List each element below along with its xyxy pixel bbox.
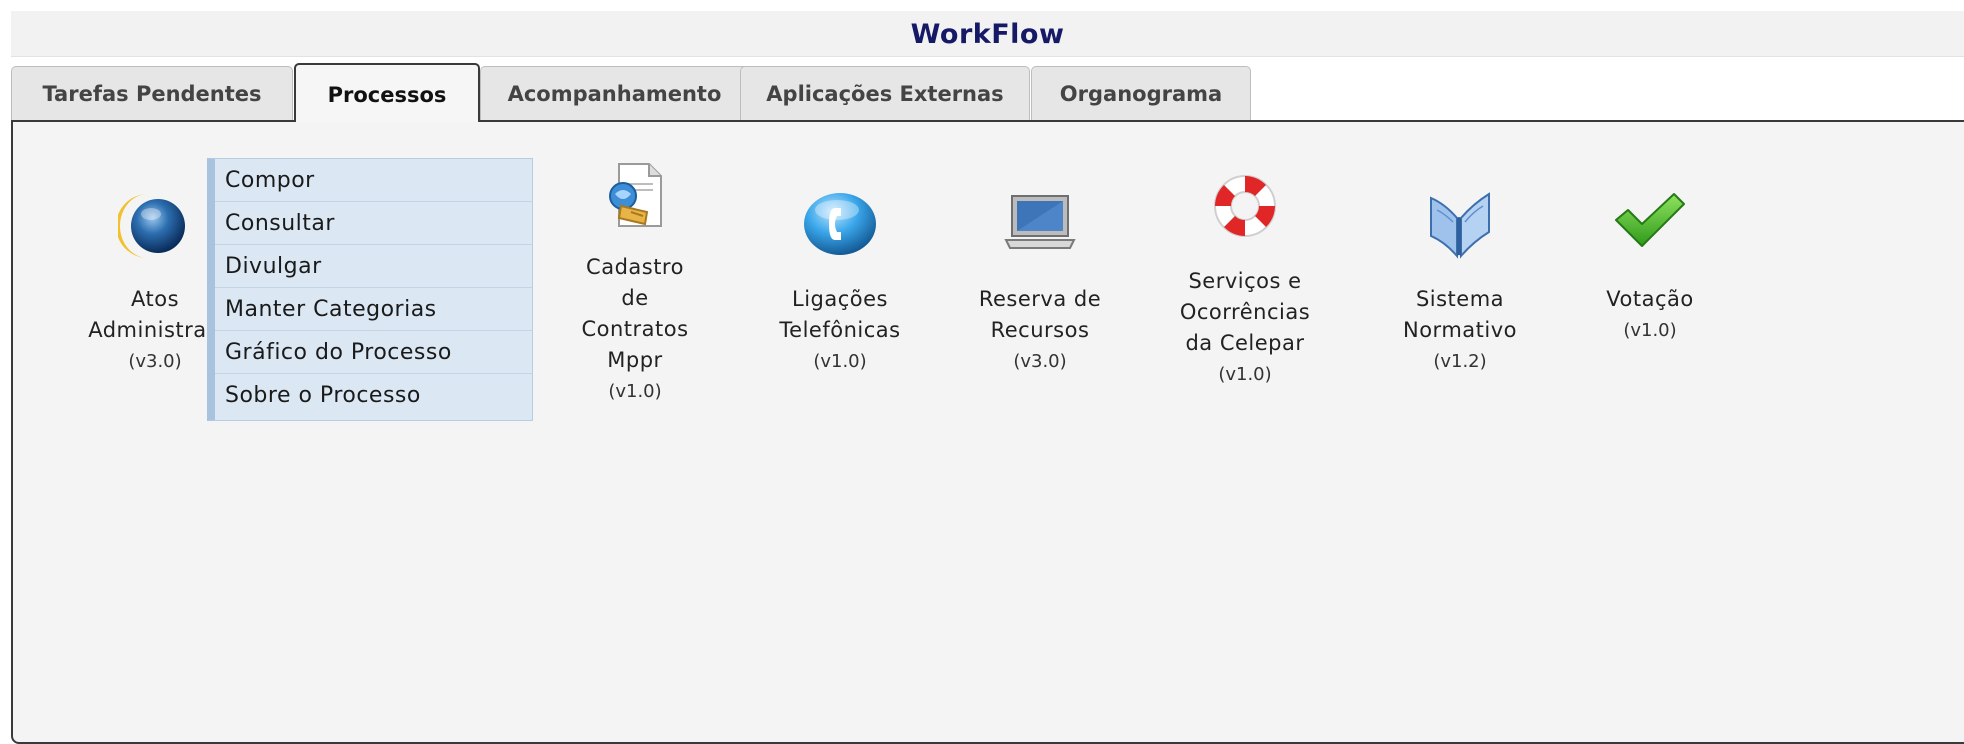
tab-tarefas-pendentes[interactable]: Tarefas Pendentes — [11, 66, 293, 120]
menu-item-manter-categorias[interactable]: Manter Categorias — [215, 288, 532, 331]
tab-bar: Tarefas Pendentes Processos Acompanhamen… — [11, 63, 1964, 122]
phone-icon — [801, 190, 879, 267]
process-atos-administrativos[interactable]: Atos Administrati (v3.0) — [85, 190, 225, 377]
laptop-icon — [1004, 190, 1076, 265]
tab-acompanhamento[interactable]: Acompanhamento — [480, 66, 749, 120]
lifebuoy-icon — [1209, 170, 1281, 251]
process-reserva-de-recursos[interactable]: Reserva de Recursos (v3.0) — [960, 190, 1120, 377]
tab-organograma[interactable]: Organograma — [1031, 66, 1251, 120]
process-sistema-normativo[interactable]: Sistema Normativo (v1.2) — [1380, 190, 1540, 377]
checkmark-icon — [1612, 190, 1688, 261]
process-context-menu: Compor Consultar Divulgar Manter Categor… — [207, 158, 533, 421]
menu-item-consultar[interactable]: Consultar — [215, 202, 532, 245]
globe-icon — [116, 190, 190, 271]
process-servicos-e-ocorrencias[interactable]: Serviços e Ocorrências da Celepar (v1.0) — [1160, 170, 1330, 390]
process-votacao[interactable]: Votação (v1.0) — [1580, 190, 1720, 346]
process-ligacoes-telefonicas[interactable]: Ligações Telefônicas (v1.0) — [760, 190, 920, 377]
contract-document-icon — [605, 160, 667, 241]
menu-item-grafico-do-processo[interactable]: Gráfico do Processo — [215, 331, 532, 374]
book-icon — [1423, 190, 1497, 269]
menu-item-sobre-o-processo[interactable]: Sobre o Processo — [215, 374, 532, 417]
menu-item-divulgar[interactable]: Divulgar — [215, 245, 532, 288]
menu-item-compor[interactable]: Compor — [215, 159, 532, 202]
tab-processos[interactable]: Processos — [294, 63, 480, 122]
tab-aplicacoes-externas[interactable]: Aplicações Externas — [740, 66, 1030, 120]
process-cadastro-de-contratos[interactable]: Cadastro de Contratos Mppr (v1.0) — [560, 160, 710, 407]
app-title: WorkFlow — [11, 11, 1964, 57]
